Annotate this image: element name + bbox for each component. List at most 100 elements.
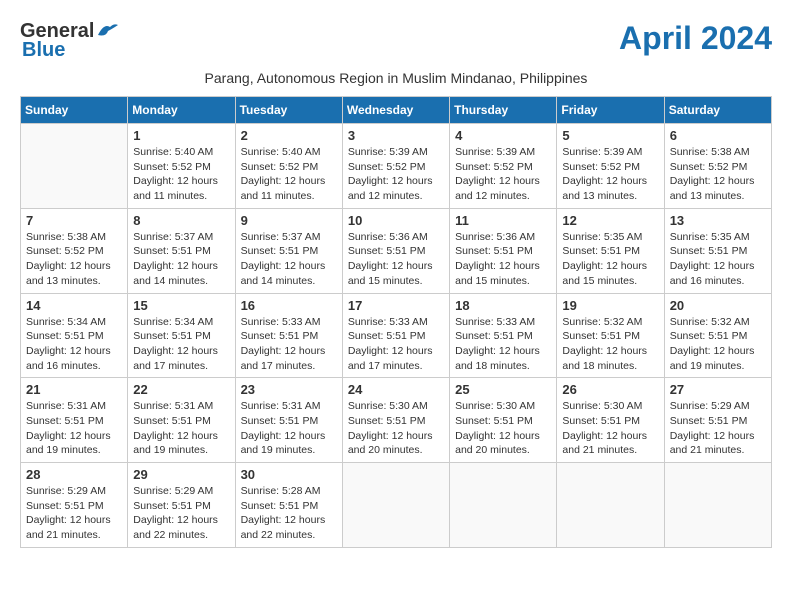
table-row: 14 Sunrise: 5:34 AMSunset: 5:51 PMDayligh…	[21, 293, 128, 378]
day-number: 5	[562, 128, 658, 143]
day-info: Sunrise: 5:37 AMSunset: 5:51 PMDaylight:…	[241, 230, 337, 289]
day-number: 23	[241, 382, 337, 397]
day-number: 20	[670, 298, 766, 313]
day-info: Sunrise: 5:32 AMSunset: 5:51 PMDaylight:…	[670, 315, 766, 374]
day-info: Sunrise: 5:31 AMSunset: 5:51 PMDaylight:…	[133, 399, 229, 458]
col-thursday: Thursday	[450, 97, 557, 124]
day-number: 29	[133, 467, 229, 482]
day-number: 27	[670, 382, 766, 397]
day-number: 21	[26, 382, 122, 397]
day-info: Sunrise: 5:39 AMSunset: 5:52 PMDaylight:…	[348, 145, 444, 204]
day-number: 3	[348, 128, 444, 143]
page-header: General Blue April 2024	[20, 20, 772, 62]
table-row: 30 Sunrise: 5:28 AMSunset: 5:51 PMDayligh…	[235, 463, 342, 548]
day-info: Sunrise: 5:38 AMSunset: 5:52 PMDaylight:…	[670, 145, 766, 204]
table-row: 23 Sunrise: 5:31 AMSunset: 5:51 PMDayligh…	[235, 378, 342, 463]
day-number: 7	[26, 213, 122, 228]
day-info: Sunrise: 5:32 AMSunset: 5:51 PMDaylight:…	[562, 315, 658, 374]
table-row: 3 Sunrise: 5:39 AMSunset: 5:52 PMDaylight…	[342, 124, 449, 209]
day-number: 13	[670, 213, 766, 228]
table-row: 8 Sunrise: 5:37 AMSunset: 5:51 PMDaylight…	[128, 208, 235, 293]
table-row: 9 Sunrise: 5:37 AMSunset: 5:51 PMDaylight…	[235, 208, 342, 293]
logo-bird-icon	[96, 21, 118, 39]
day-number: 6	[670, 128, 766, 143]
logo-blue-text: Blue	[20, 39, 65, 62]
table-row: 29 Sunrise: 5:29 AMSunset: 5:51 PMDayligh…	[128, 463, 235, 548]
day-info: Sunrise: 5:34 AMSunset: 5:51 PMDaylight:…	[133, 315, 229, 374]
col-tuesday: Tuesday	[235, 97, 342, 124]
day-number: 22	[133, 382, 229, 397]
table-row: 5 Sunrise: 5:39 AMSunset: 5:52 PMDaylight…	[557, 124, 664, 209]
day-number: 9	[241, 213, 337, 228]
table-row: 18 Sunrise: 5:33 AMSunset: 5:51 PMDayligh…	[450, 293, 557, 378]
col-saturday: Saturday	[664, 97, 771, 124]
day-info: Sunrise: 5:31 AMSunset: 5:51 PMDaylight:…	[26, 399, 122, 458]
day-info: Sunrise: 5:30 AMSunset: 5:51 PMDaylight:…	[455, 399, 551, 458]
calendar-week-row: 7 Sunrise: 5:38 AMSunset: 5:52 PMDaylight…	[21, 208, 772, 293]
day-info: Sunrise: 5:40 AMSunset: 5:52 PMDaylight:…	[133, 145, 229, 204]
day-number: 25	[455, 382, 551, 397]
table-row: 20 Sunrise: 5:32 AMSunset: 5:51 PMDayligh…	[664, 293, 771, 378]
table-row: 15 Sunrise: 5:34 AMSunset: 5:51 PMDayligh…	[128, 293, 235, 378]
col-sunday: Sunday	[21, 97, 128, 124]
table-row: 27 Sunrise: 5:29 AMSunset: 5:51 PMDayligh…	[664, 378, 771, 463]
table-row	[664, 463, 771, 548]
day-info: Sunrise: 5:40 AMSunset: 5:52 PMDaylight:…	[241, 145, 337, 204]
day-info: Sunrise: 5:34 AMSunset: 5:51 PMDaylight:…	[26, 315, 122, 374]
table-row: 22 Sunrise: 5:31 AMSunset: 5:51 PMDayligh…	[128, 378, 235, 463]
table-row: 16 Sunrise: 5:33 AMSunset: 5:51 PMDayligh…	[235, 293, 342, 378]
day-number: 30	[241, 467, 337, 482]
table-row: 6 Sunrise: 5:38 AMSunset: 5:52 PMDaylight…	[664, 124, 771, 209]
table-row: 24 Sunrise: 5:30 AMSunset: 5:51 PMDayligh…	[342, 378, 449, 463]
day-info: Sunrise: 5:31 AMSunset: 5:51 PMDaylight:…	[241, 399, 337, 458]
table-row	[342, 463, 449, 548]
calendar-header-row: Sunday Monday Tuesday Wednesday Thursday…	[21, 97, 772, 124]
day-number: 28	[26, 467, 122, 482]
day-number: 24	[348, 382, 444, 397]
table-row: 4Sunrise: 5:39 AMSunset: 5:52 PMDaylight…	[450, 124, 557, 209]
day-info: Sunrise: 5:30 AMSunset: 5:51 PMDaylight:…	[562, 399, 658, 458]
day-info: Sunrise: 5:29 AMSunset: 5:51 PMDaylight:…	[670, 399, 766, 458]
day-info: Sunrise: 5:38 AMSunset: 5:52 PMDaylight:…	[26, 230, 122, 289]
day-info: Sunrise: 5:36 AMSunset: 5:51 PMDaylight:…	[348, 230, 444, 289]
table-row: 12 Sunrise: 5:35 AMSunset: 5:51 PMDayligh…	[557, 208, 664, 293]
table-row: 1Sunrise: 5:40 AMSunset: 5:52 PMDaylight…	[128, 124, 235, 209]
table-row: 28 Sunrise: 5:29 AMSunset: 5:51 PMDayligh…	[21, 463, 128, 548]
day-info: Sunrise: 5:29 AMSunset: 5:51 PMDaylight:…	[26, 484, 122, 543]
table-row: 17Sunrise: 5:33 AMSunset: 5:51 PMDayligh…	[342, 293, 449, 378]
calendar-week-row: 14 Sunrise: 5:34 AMSunset: 5:51 PMDayligh…	[21, 293, 772, 378]
col-monday: Monday	[128, 97, 235, 124]
day-number: 15	[133, 298, 229, 313]
day-info: Sunrise: 5:33 AMSunset: 5:51 PMDaylight:…	[455, 315, 551, 374]
day-number: 14	[26, 298, 122, 313]
day-number: 8	[133, 213, 229, 228]
day-info: Sunrise: 5:35 AMSunset: 5:51 PMDaylight:…	[562, 230, 658, 289]
day-number: 12	[562, 213, 658, 228]
day-info: Sunrise: 5:30 AMSunset: 5:51 PMDaylight:…	[348, 399, 444, 458]
table-row: 26 Sunrise: 5:30 AMSunset: 5:51 PMDayligh…	[557, 378, 664, 463]
calendar-subtitle: Parang, Autonomous Region in Muslim Mind…	[20, 70, 772, 86]
day-info: Sunrise: 5:39 AMSunset: 5:52 PMDaylight:…	[455, 145, 551, 204]
day-number: 26	[562, 382, 658, 397]
table-row: 2Sunrise: 5:40 AMSunset: 5:52 PMDaylight…	[235, 124, 342, 209]
day-number: 16	[241, 298, 337, 313]
calendar-week-row: 1Sunrise: 5:40 AMSunset: 5:52 PMDaylight…	[21, 124, 772, 209]
table-row	[21, 124, 128, 209]
table-row: 25 Sunrise: 5:30 AMSunset: 5:51 PMDayligh…	[450, 378, 557, 463]
day-info: Sunrise: 5:37 AMSunset: 5:51 PMDaylight:…	[133, 230, 229, 289]
table-row: 11Sunrise: 5:36 AMSunset: 5:51 PMDayligh…	[450, 208, 557, 293]
month-title: April 2024	[619, 20, 772, 57]
day-info: Sunrise: 5:28 AMSunset: 5:51 PMDaylight:…	[241, 484, 337, 543]
day-info: Sunrise: 5:39 AMSunset: 5:52 PMDaylight:…	[562, 145, 658, 204]
day-info: Sunrise: 5:33 AMSunset: 5:51 PMDaylight:…	[241, 315, 337, 374]
day-info: Sunrise: 5:29 AMSunset: 5:51 PMDaylight:…	[133, 484, 229, 543]
day-number: 19	[562, 298, 658, 313]
col-wednesday: Wednesday	[342, 97, 449, 124]
day-number: 18	[455, 298, 551, 313]
calendar-table: Sunday Monday Tuesday Wednesday Thursday…	[20, 96, 772, 548]
table-row: 10Sunrise: 5:36 AMSunset: 5:51 PMDayligh…	[342, 208, 449, 293]
logo: General Blue	[20, 20, 118, 62]
table-row	[557, 463, 664, 548]
calendar-week-row: 21 Sunrise: 5:31 AMSunset: 5:51 PMDayligh…	[21, 378, 772, 463]
day-info: Sunrise: 5:33 AMSunset: 5:51 PMDaylight:…	[348, 315, 444, 374]
